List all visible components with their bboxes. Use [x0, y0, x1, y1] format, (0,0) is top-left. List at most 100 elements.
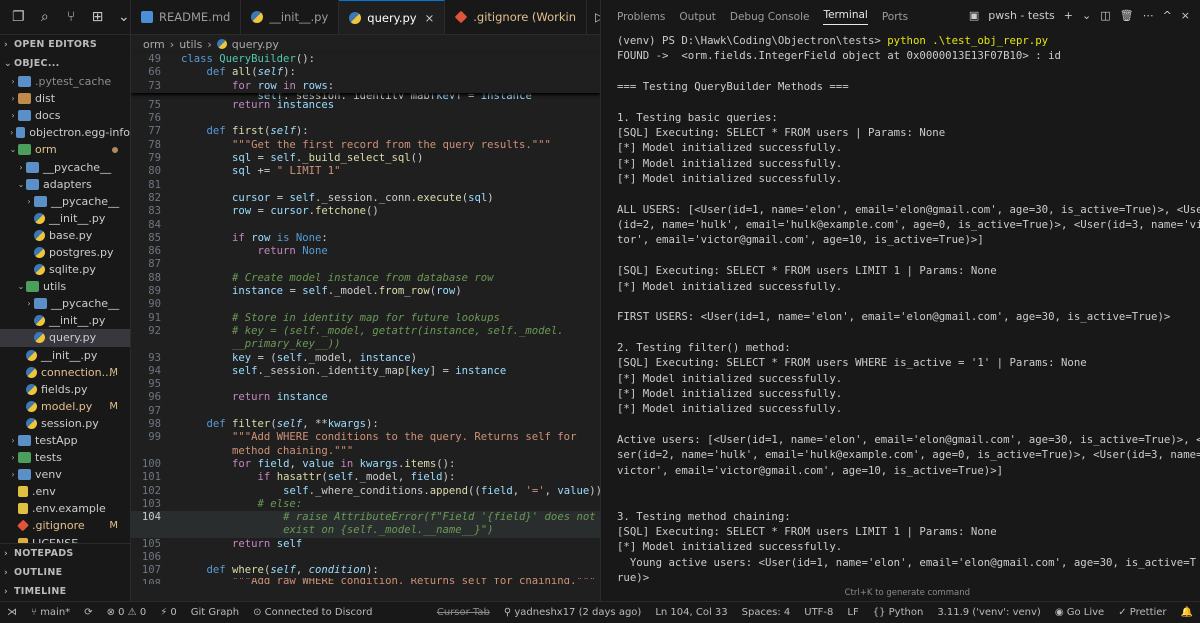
code-view[interactable]: 49 class QueryBuilder(): 66 def all(self):… — [131, 53, 600, 584]
tree-item[interactable]: › tests — [0, 449, 130, 466]
tree-item-label: tests — [35, 451, 62, 465]
shell-label[interactable]: pwsh - tests — [988, 9, 1055, 22]
line-number: 99 — [148, 431, 161, 444]
indentation[interactable]: Spaces: 4 — [735, 607, 798, 618]
discord-status[interactable]: ⊙ Connected to Discord — [246, 607, 379, 618]
editor-tab[interactable]: query.py × — [339, 0, 446, 34]
tree-item[interactable]: sqlite.py — [0, 261, 130, 278]
code-line: 90 — [131, 298, 600, 311]
tree-item[interactable]: __init__.py — [0, 312, 130, 329]
panel-tab-output[interactable]: Output — [679, 11, 715, 23]
tree-item[interactable]: ⌄ adapters — [0, 176, 130, 193]
editor-tab[interactable]: README.md — [131, 0, 242, 34]
split-terminal-icon[interactable]: ◫ — [1100, 9, 1110, 22]
tree-item[interactable]: ⌄ utils — [0, 278, 130, 295]
cursor-position[interactable]: Ln 104, Col 33 — [648, 607, 734, 618]
breadcrumb-item[interactable]: query.py — [232, 38, 279, 51]
tree-item[interactable]: › venv — [0, 466, 130, 483]
terminal-line: === Testing QueryBuilder Methods === — [617, 80, 849, 94]
tree-item[interactable]: __init__.py — [0, 210, 130, 227]
code-text: if hasattr(self._model, field): — [257, 471, 456, 484]
line-number: 84 — [148, 218, 161, 231]
search-icon[interactable]: ⌕ — [39, 9, 51, 25]
notepads-header[interactable]: › NOTEPADS — [0, 544, 130, 563]
remote-icon[interactable]: ⋊ — [0, 607, 24, 618]
tree-item[interactable]: session.py — [0, 415, 130, 432]
ports-indicator[interactable]: ⚡ 0 — [153, 607, 184, 618]
blame-info[interactable]: ⚲ yadneshx17 (2 days ago) — [497, 607, 649, 618]
close-icon[interactable]: × — [1181, 9, 1190, 22]
tree-item[interactable]: query.py — [0, 329, 130, 347]
tree-item[interactable]: › __pycache__ — [0, 295, 130, 312]
tree-item[interactable]: › __pycache__ — [0, 158, 130, 175]
chevron-down-icon[interactable]: ⌄ — [118, 9, 130, 25]
problems-indicator[interactable]: ⊗ 0 ⚠ 0 — [100, 607, 154, 618]
git-graph-button[interactable]: Git Graph — [184, 607, 246, 618]
explorer-icon[interactable]: ❐ — [12, 9, 25, 25]
branch-indicator[interactable]: ⑂ main* — [24, 607, 77, 618]
language-mode[interactable]: {} Python — [866, 607, 931, 618]
notifications-icon[interactable]: 🔔 — [1174, 607, 1200, 618]
breadcrumb-item[interactable]: utils — [179, 38, 202, 51]
tree-item[interactable]: postgres.py — [0, 244, 130, 261]
chevron-up-icon[interactable]: ^ — [1163, 9, 1172, 22]
code-text: # else: — [257, 497, 303, 510]
panel-tab-ports[interactable]: Ports — [882, 11, 908, 23]
editor-tab[interactable]: .gitignore (Workin — [445, 0, 588, 34]
code-line: 84 — [131, 219, 600, 232]
interpreter[interactable]: 3.11.9 ('venv': venv) — [930, 607, 1048, 618]
tree-item[interactable]: __init__.py — [0, 347, 130, 364]
editor-tab[interactable]: __init__.py — [241, 0, 340, 34]
terminal-output[interactable]: (venv) PS D:\Hawk\Coding\Objectron\tests… — [601, 33, 1200, 601]
plus-icon[interactable]: + — [1064, 9, 1073, 22]
tree-item[interactable]: .env.example — [0, 500, 130, 517]
chevron-right-icon: › — [11, 77, 15, 87]
tree-item[interactable]: connection.... M — [0, 364, 130, 381]
eol[interactable]: LF — [840, 607, 865, 618]
code-lines[interactable]: self._session._identity_map[key] = insta… — [131, 93, 600, 584]
more-icon[interactable]: ⋯ — [1143, 9, 1154, 22]
panel-tab-problems[interactable]: Problems — [617, 11, 665, 23]
tree-item[interactable]: fields.py — [0, 381, 130, 398]
close-icon[interactable]: × — [425, 11, 435, 25]
cursor-tab-status[interactable]: Cursor Tab — [430, 607, 497, 618]
tree-item[interactable]: › docs — [0, 107, 130, 124]
sidebar-bottom-sections: › NOTEPADS › OUTLINE › TIMELINE — [0, 543, 130, 601]
tree-item-label: fields.py — [41, 382, 88, 396]
code-text: if row is None: — [232, 231, 328, 244]
line-number: 93 — [148, 351, 161, 364]
tree-item[interactable]: ⌄ orm — [0, 141, 130, 158]
source-control-icon[interactable]: ⑂ — [65, 9, 77, 25]
prettier-status[interactable]: ✓ Prettier — [1111, 607, 1173, 618]
tree-item[interactable]: › .pytest_cache — [0, 73, 130, 90]
project-header[interactable]: ⌄ OBJEC... — [0, 54, 130, 73]
tree-item[interactable]: › testApp — [0, 432, 130, 449]
tree-item[interactable]: base.py — [0, 227, 130, 244]
panel-tab-debug-console[interactable]: Debug Console — [730, 11, 810, 23]
sticky-scroll[interactable]: 49 class QueryBuilder(): 66 def all(self):… — [131, 53, 600, 93]
tree-item[interactable]: model.py M — [0, 398, 130, 415]
breadcrumb-item[interactable]: orm — [143, 38, 165, 51]
code-line: 77 def first(self): — [131, 125, 600, 138]
panel-tab-terminal[interactable]: Terminal — [823, 9, 868, 25]
outline-header[interactable]: › OUTLINE — [0, 563, 130, 582]
tree-item[interactable]: › dist — [0, 90, 130, 107]
chevron-down-icon[interactable]: ⌄ — [1082, 9, 1091, 22]
tree-item[interactable]: .gitignore M — [0, 517, 130, 534]
tree-item[interactable]: .env — [0, 483, 130, 500]
tree-item[interactable]: › objectron.egg-info — [0, 124, 130, 141]
open-editors-header[interactable]: › OPEN EDITORS — [0, 35, 130, 54]
line-number: 81 — [148, 178, 161, 191]
timeline-header[interactable]: › TIMELINE — [0, 582, 130, 601]
encoding[interactable]: UTF-8 — [797, 607, 840, 618]
py-icon — [34, 212, 45, 224]
editor-tabs: README.md __init__.py query.py × .gitignore … — [131, 0, 600, 35]
sync-icon[interactable]: ⟳ — [77, 607, 99, 618]
chevron-right-icon: › — [169, 37, 175, 51]
extensions-icon[interactable]: ⊞ — [91, 9, 104, 25]
go-live-button[interactable]: ◉ Go Live — [1048, 607, 1111, 618]
editor-area: README.md __init__.py query.py × .gitignore … — [131, 0, 600, 601]
tree-item[interactable]: › __pycache__ — [0, 193, 130, 210]
trash-icon[interactable]: 🗑 — [1120, 9, 1134, 22]
